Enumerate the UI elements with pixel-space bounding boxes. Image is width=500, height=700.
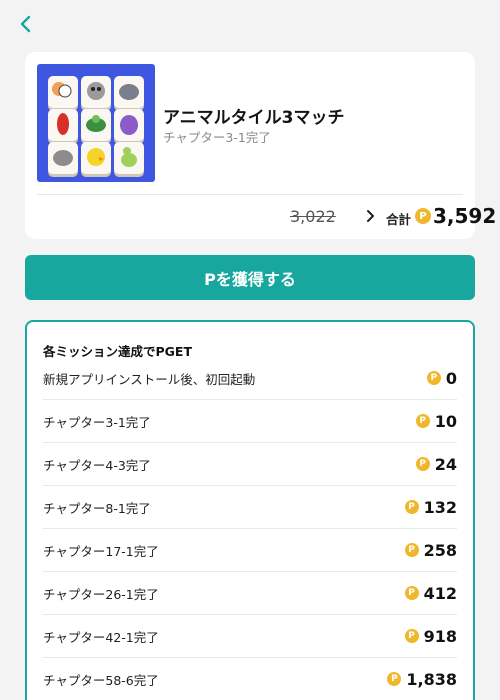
point-coin-icon: P — [404, 629, 419, 643]
mission-label: チャプター3-1完了 — [43, 414, 151, 430]
back-button[interactable] — [12, 10, 40, 38]
mission-row: チャプター8-1完了 P 132 — [43, 486, 457, 529]
mission-row: チャプター26-1完了 P 412 — [43, 572, 457, 615]
divider — [37, 194, 463, 195]
chevron-right-icon — [367, 210, 374, 222]
mission-points: 0 — [445, 368, 457, 388]
app-card: アニマルタイル3マッチ チャプター3-1完了 3,022 合計 P 3,592 — [25, 52, 496, 239]
mission-points: 412 — [423, 583, 457, 603]
app-title: アニマルタイル3マッチ — [163, 108, 345, 128]
mission-row: チャプター4-3完了 P 24 — [43, 443, 457, 486]
mission-label: チャプター58-6完了 — [43, 672, 159, 688]
mission-points: 918 — [423, 626, 457, 646]
app-subtitle: チャプター3-1完了 — [163, 130, 271, 145]
point-coin-icon: P — [404, 586, 419, 600]
point-coin-icon: P — [415, 414, 430, 428]
mission-label: チャプター4-3完了 — [43, 457, 151, 473]
mission-points: 24 — [434, 454, 457, 474]
total-label: 合計 — [386, 212, 412, 227]
get-points-button[interactable]: Pを獲得する — [25, 255, 475, 300]
animal-tile-game-icon — [37, 64, 155, 182]
mission-points: 10 — [434, 411, 457, 431]
mission-points: 1,838 — [406, 669, 457, 689]
point-coin-icon: P — [415, 457, 430, 471]
mission-label: チャプター26-1完了 — [43, 586, 159, 602]
mission-label: チャプター17-1完了 — [43, 543, 159, 559]
chevron-left-icon — [20, 15, 31, 33]
mission-points: 258 — [423, 540, 457, 560]
mission-list: 各ミッション達成でPGET 新規アプリインストール後、初回起動 P0 チャプター… — [25, 320, 475, 700]
point-coin-icon: P — [404, 500, 419, 514]
mission-row: 新規アプリインストール後、初回起動 P0 — [43, 357, 457, 400]
mission-row: チャプター58-6完了 P 1,838 — [43, 658, 457, 700]
mission-label: 新規アプリインストール後、初回起動 — [43, 371, 256, 387]
mission-points: 132 — [423, 497, 457, 517]
total-points: 3,592 — [433, 204, 497, 228]
point-coin-icon: P — [426, 371, 441, 385]
point-coin-icon: P — [404, 543, 419, 557]
old-price: 3,022 — [290, 207, 336, 226]
mission-row: チャプター42-1完了 P 918 — [43, 615, 457, 658]
mission-row: チャプター3-1完了 P 10 — [43, 400, 457, 443]
mission-row: チャプター17-1完了 P 258 — [43, 529, 457, 572]
mission-label: チャプター42-1完了 — [43, 629, 159, 645]
point-coin-icon: P — [387, 672, 402, 686]
point-coin-icon: P — [415, 208, 431, 224]
mission-label: チャプター8-1完了 — [43, 500, 151, 516]
